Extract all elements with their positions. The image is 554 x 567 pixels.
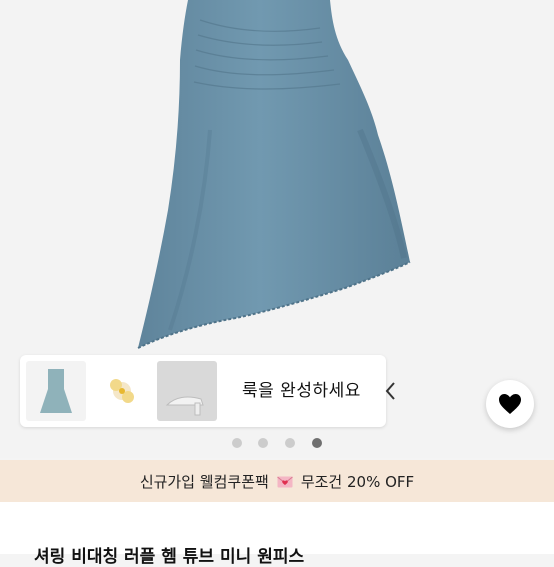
- promo-text-before: 신규가입 웰컴쿠폰팩: [139, 472, 269, 491]
- promo-banner[interactable]: 신규가입 웰컴쿠폰팩 무조건 20% OFF: [0, 460, 554, 502]
- envelope-heart-icon: [277, 475, 293, 489]
- hair-clip-thumbnail[interactable]: [92, 361, 152, 421]
- favorite-button[interactable]: [486, 380, 534, 428]
- heart-icon: [499, 394, 521, 414]
- sandal-thumbnail[interactable]: [157, 361, 217, 421]
- chevron-left-icon[interactable]: [380, 379, 402, 403]
- product-title: 셔링 비대칭 러플 헴 튜브 미니 원피스: [34, 547, 305, 567]
- carousel-dot-4[interactable]: [312, 438, 322, 448]
- product-info: 셔링 비대칭 러플 헴 튜브 미니 원피스: [0, 502, 554, 567]
- complete-the-look-strip[interactable]: 룩을 완성하세요: [20, 355, 395, 427]
- promo-text-after: 무조건 20% OFF: [300, 472, 415, 491]
- carousel-dot-3[interactable]: [285, 438, 295, 448]
- complete-look-label: 룩을 완성하세요: [242, 381, 361, 401]
- carousel-dot-1[interactable]: [232, 438, 242, 448]
- carousel-dot-2[interactable]: [258, 438, 268, 448]
- dress-thumbnail[interactable]: [26, 361, 86, 421]
- carousel-indicator: [0, 437, 554, 449]
